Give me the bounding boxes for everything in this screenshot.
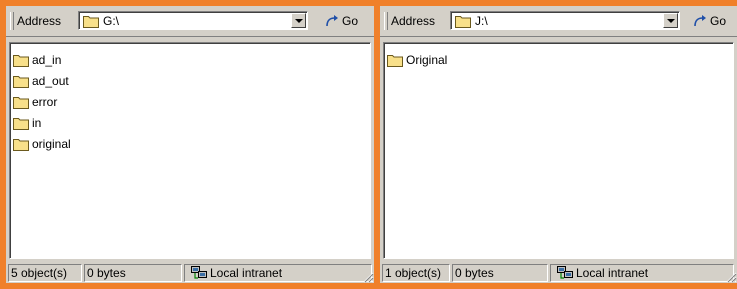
address-input[interactable]: G:\ [78,11,308,30]
status-zone: Local intranet [550,264,734,282]
folder-name: ad_out [32,73,69,88]
resize-grip-icon[interactable] [725,271,737,283]
folder-icon [13,96,29,109]
address-dropdown-button[interactable] [291,13,306,28]
folder-item[interactable]: ad_out [13,70,370,91]
address-bar: Address G:\ Go [6,6,374,37]
address-value[interactable]: J:\ [475,14,488,28]
address-value[interactable]: G:\ [103,14,119,28]
right-explorer-pane: Address J:\ Go Original 1 object(s) 0 by… [380,6,737,283]
status-object-count: 5 object(s) [8,264,82,282]
status-size: 0 bytes [84,264,182,282]
folder-name: ad_in [32,52,62,67]
address-bar: Address J:\ Go [380,6,737,37]
file-list[interactable]: Original [383,42,734,259]
address-label: Address [17,14,62,28]
left-explorer-pane: Address G:\ Go ad_in ad_outerror in origina… [6,6,374,283]
folder-name: in [32,115,42,130]
zone-label: Local intranet [576,266,649,280]
folder-name: original [32,136,71,151]
status-bar: 1 object(s) 0 bytes Local intranet [380,261,737,283]
address-input[interactable]: J:\ [450,11,680,30]
toolbar-grip[interactable] [384,12,388,30]
go-button[interactable]: Go [692,12,726,30]
address-dropdown-button[interactable] [663,13,678,28]
folder-item[interactable]: original [13,133,370,154]
folder-list: ad_in ad_outerror in original [10,43,370,154]
status-zone: Local intranet [184,264,372,282]
toolbar-grip[interactable] [10,12,14,30]
go-arrow-icon [326,15,338,27]
folder-name: Original [406,52,448,67]
folder-name: error [32,94,58,109]
local-intranet-icon [557,266,573,279]
status-object-count: 1 object(s) [382,264,450,282]
folder-icon [455,16,471,28]
folder-icon [13,75,29,88]
local-intranet-icon [191,266,207,279]
go-label: Go [710,14,727,28]
folder-icon [83,16,99,28]
folder-icon [387,54,403,67]
folder-item[interactable]: error [13,91,370,112]
resize-grip-icon[interactable] [362,271,374,283]
go-label: Go [342,14,359,28]
go-arrow-icon [694,15,706,27]
folder-item[interactable]: ad_in [13,49,370,70]
status-size: 0 bytes [452,264,548,282]
folder-icon [13,117,29,130]
folder-icon [13,138,29,151]
go-button[interactable]: Go [324,12,358,30]
folder-icon [13,54,29,67]
folder-item[interactable]: in [13,112,370,133]
zone-label: Local intranet [210,266,283,280]
address-label: Address [391,14,436,28]
folder-item[interactable]: Original [387,49,733,70]
folder-list: Original [384,43,733,70]
status-bar: 5 object(s) 0 bytes Local intranet [6,261,374,283]
file-list[interactable]: ad_in ad_outerror in original [9,42,371,259]
